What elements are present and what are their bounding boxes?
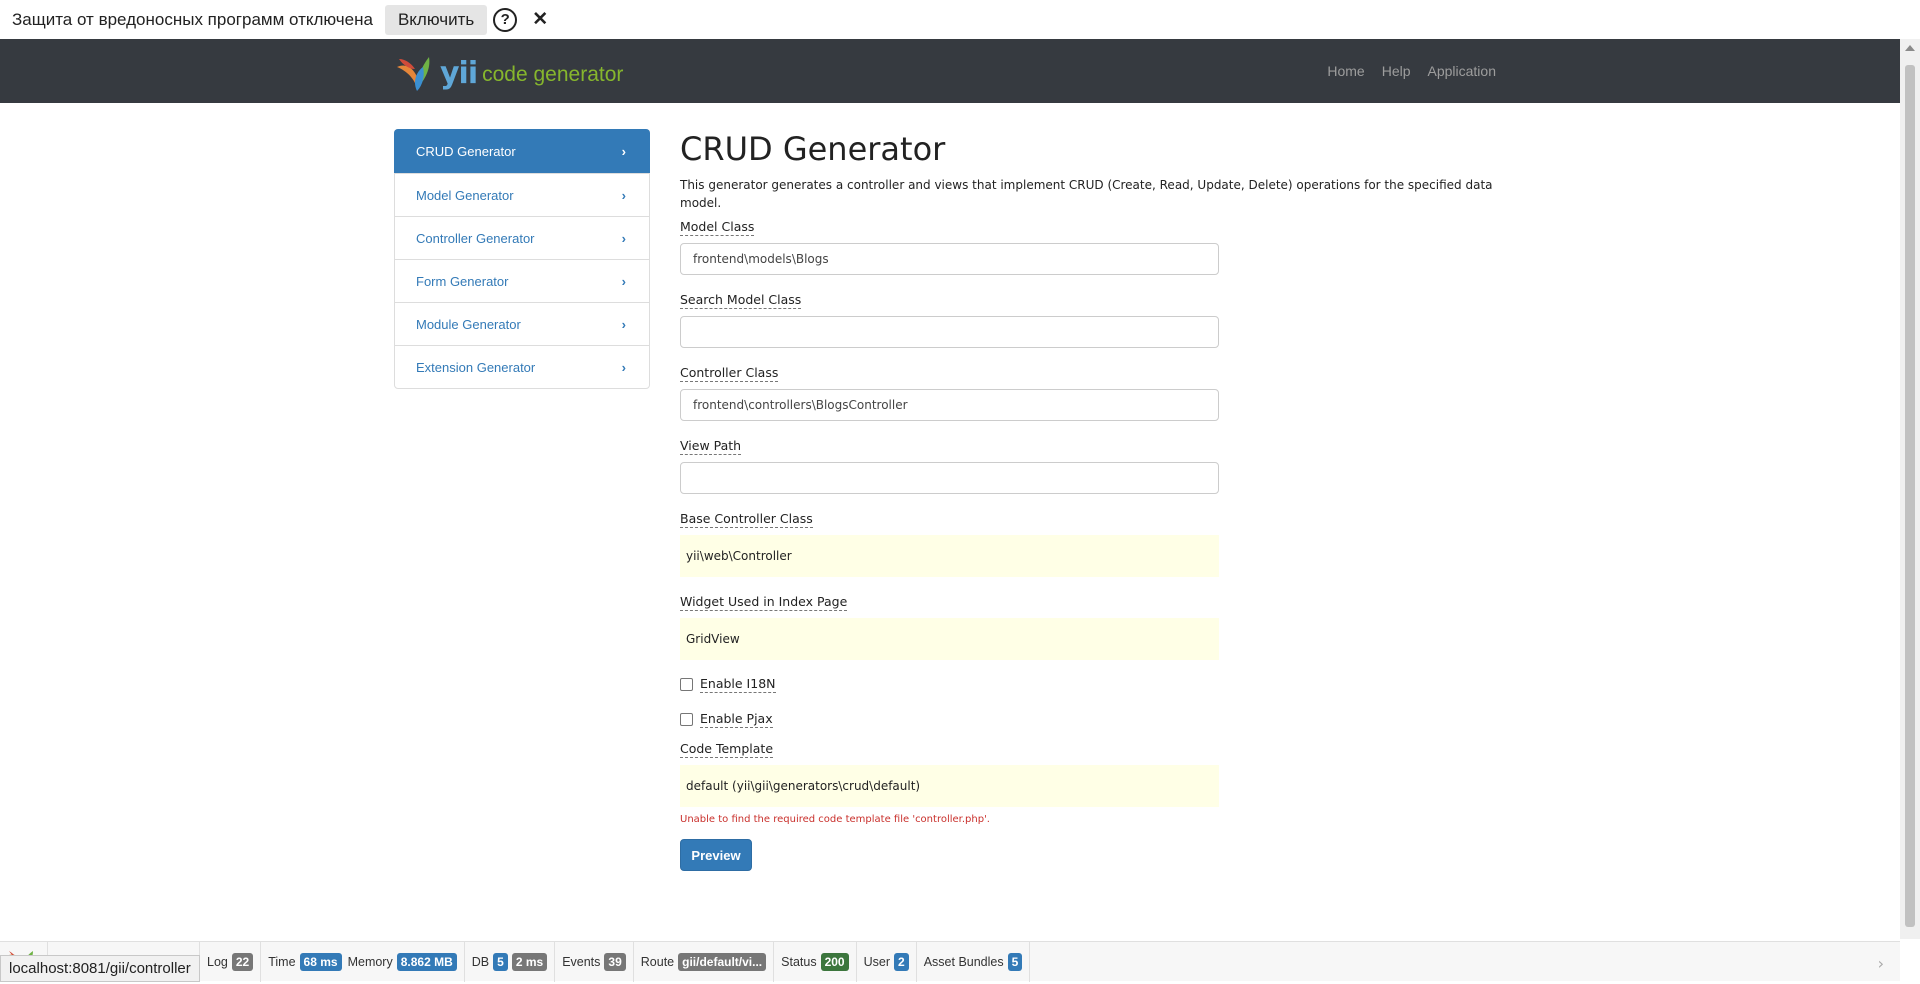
debug-time-badge: 68 ms bbox=[299, 952, 342, 971]
debug-bundles-badge: 5 bbox=[1007, 952, 1023, 971]
debug-status-badge: 200 bbox=[820, 952, 849, 971]
sidebar-item-module-generator[interactable]: Module Generator › bbox=[395, 302, 649, 345]
base-controller-class-group: Base Controller Class yii\web\Controller bbox=[680, 511, 1496, 577]
debug-memory-label: Memory bbox=[347, 954, 393, 969]
sidebar-item-label: Extension Generator bbox=[416, 359, 536, 375]
browser-status-url: localhost:8081/gii/controller bbox=[0, 955, 200, 982]
view-path-group: View Path bbox=[680, 438, 1496, 494]
sidebar-item-label: Module Generator bbox=[416, 316, 521, 332]
debug-log-panel[interactable]: Log 22 bbox=[200, 941, 262, 982]
model-class-input[interactable]: frontend\models\Blogs bbox=[680, 243, 1219, 275]
yii-logo-icon bbox=[395, 49, 439, 93]
sidebar-item-label: CRUD Generator bbox=[416, 143, 516, 159]
chevron-right-icon: › bbox=[621, 359, 626, 375]
enable-protection-button[interactable]: Включить bbox=[384, 4, 488, 35]
page-scrollbar[interactable] bbox=[1900, 39, 1920, 939]
debug-log-badge: 22 bbox=[231, 952, 254, 971]
view-path-input[interactable] bbox=[680, 462, 1219, 494]
nav-links: Home Help Application bbox=[1310, 39, 1496, 103]
debug-asset-bundles-panel[interactable]: Asset Bundles 5 bbox=[917, 941, 1031, 982]
debug-memory-badge: 8.862 MB bbox=[396, 952, 457, 971]
base-controller-class-label[interactable]: Base Controller Class bbox=[680, 511, 813, 528]
debug-time-label: Time bbox=[268, 954, 296, 969]
sidebar-item-form-generator[interactable]: Form Generator › bbox=[395, 259, 649, 302]
controller-class-label[interactable]: Controller Class bbox=[680, 365, 779, 382]
close-icon[interactable]: ✕ bbox=[532, 8, 548, 31]
model-class-group: Model Class frontend\models\Blogs bbox=[680, 219, 1496, 275]
sidebar-item-label: Controller Generator bbox=[416, 230, 535, 246]
chevron-right-icon: › bbox=[621, 316, 626, 332]
debug-db-panel[interactable]: DB 5 2 ms bbox=[465, 941, 556, 982]
enable-pjax-checkbox[interactable] bbox=[680, 712, 693, 726]
debug-log-label: Log bbox=[207, 954, 228, 969]
debug-status-panel[interactable]: Status 200 bbox=[774, 941, 857, 982]
sidebar-item-crud-generator[interactable]: CRUD Generator › bbox=[394, 129, 650, 173]
enable-pjax-label[interactable]: Enable Pjax bbox=[700, 711, 773, 728]
scroll-up-icon[interactable] bbox=[1905, 45, 1915, 51]
chevron-right-icon: › bbox=[621, 143, 626, 159]
debug-user-badge: 2 bbox=[894, 952, 909, 971]
sidebar-item-model-generator[interactable]: Model Generator › bbox=[395, 173, 649, 216]
code-template-error: Unable to find the required code templat… bbox=[680, 814, 990, 825]
search-model-class-label[interactable]: Search Model Class bbox=[680, 292, 802, 309]
sidebar-item-label: Form Generator bbox=[416, 273, 509, 289]
nav-help-link[interactable]: Help bbox=[1382, 63, 1411, 79]
code-template-value[interactable]: default (yii\gii\generators\crud\default… bbox=[680, 765, 1219, 807]
debug-events-panel[interactable]: Events 39 bbox=[555, 941, 634, 982]
search-model-class-group: Search Model Class bbox=[680, 292, 1496, 348]
sidebar-item-label: Model Generator bbox=[416, 187, 514, 203]
debug-bundles-label: Asset Bundles bbox=[923, 954, 1004, 969]
sidebar-item-controller-generator[interactable]: Controller Generator › bbox=[395, 216, 649, 259]
controller-class-group: Controller Class frontend\controllers\Bl… bbox=[680, 365, 1496, 421]
brand-yii: yii bbox=[440, 56, 478, 91]
code-template-group: Code Template default (yii\gii\generator… bbox=[680, 741, 1496, 807]
brand-logo-link[interactable]: yii code generator bbox=[395, 49, 623, 93]
model-class-label[interactable]: Model Class bbox=[680, 219, 755, 236]
generator-form: CRUD Generator This generator generates … bbox=[680, 129, 1496, 871]
debug-route-badge: gii/default/vi... bbox=[678, 952, 767, 971]
chevron-right-icon: › bbox=[621, 187, 626, 203]
debug-toolbar-toggle-icon[interactable]: › bbox=[1878, 954, 1884, 973]
debug-events-label: Events bbox=[562, 954, 601, 969]
debug-events-badge: 39 bbox=[604, 952, 626, 971]
widget-group: Widget Used in Index Page GridView bbox=[680, 594, 1496, 660]
base-controller-class-value[interactable]: yii\web\Controller bbox=[680, 535, 1219, 577]
notice-text: Защита от вредоносных программ отключена bbox=[12, 9, 373, 29]
debug-user-panel[interactable]: User 2 bbox=[857, 941, 917, 982]
malware-protection-notice: Защита от вредоносных программ отключена… bbox=[0, 0, 1920, 39]
debug-status-label: Status bbox=[781, 954, 817, 969]
enable-i18n-checkbox[interactable] bbox=[680, 677, 693, 691]
debug-db-count-badge: 5 bbox=[493, 952, 508, 971]
widget-label[interactable]: Widget Used in Index Page bbox=[680, 594, 848, 611]
controller-class-input[interactable]: frontend\controllers\BlogsController bbox=[680, 389, 1219, 421]
help-icon[interactable]: ? bbox=[493, 7, 518, 32]
scrollbar-thumb[interactable] bbox=[1905, 65, 1915, 927]
brand-code-generator: code generator bbox=[482, 63, 624, 86]
nav-application-link[interactable]: Application bbox=[1428, 63, 1497, 79]
code-template-label[interactable]: Code Template bbox=[680, 741, 774, 758]
nav-home-link[interactable]: Home bbox=[1327, 63, 1364, 79]
sidebar-item-extension-generator[interactable]: Extension Generator › bbox=[395, 345, 649, 388]
enable-pjax-row: Enable Pjax bbox=[680, 709, 1496, 729]
view-path-label[interactable]: View Path bbox=[680, 438, 742, 455]
generator-sidebar: CRUD Generator › Model Generator › Contr… bbox=[394, 129, 650, 389]
debug-user-label: User bbox=[863, 954, 891, 969]
enable-i18n-label[interactable]: Enable I18N bbox=[700, 676, 776, 693]
chevron-right-icon: › bbox=[621, 230, 626, 246]
search-model-class-input[interactable] bbox=[680, 316, 1219, 348]
debug-route-label: Route bbox=[640, 954, 675, 969]
page-title: CRUD Generator bbox=[680, 130, 946, 168]
debug-toolbar: Log 22 Time 68 ms Memory 8.862 MB DB 5 2… bbox=[0, 941, 1900, 982]
widget-value[interactable]: GridView bbox=[680, 618, 1219, 660]
enable-i18n-row: Enable I18N bbox=[680, 674, 1496, 694]
generator-description: This generator generates a controller an… bbox=[680, 178, 1493, 210]
preview-button[interactable]: Preview bbox=[680, 839, 752, 871]
debug-profiling-panel[interactable]: Time 68 ms Memory 8.862 MB bbox=[261, 941, 465, 982]
debug-db-time-badge: 2 ms bbox=[511, 952, 548, 971]
debug-route-panel[interactable]: Route gii/default/vi... bbox=[634, 941, 775, 982]
debug-db-label: DB bbox=[471, 954, 490, 969]
top-navbar: yii code generator Home Help Application bbox=[0, 39, 1900, 103]
chevron-right-icon: › bbox=[621, 273, 626, 289]
